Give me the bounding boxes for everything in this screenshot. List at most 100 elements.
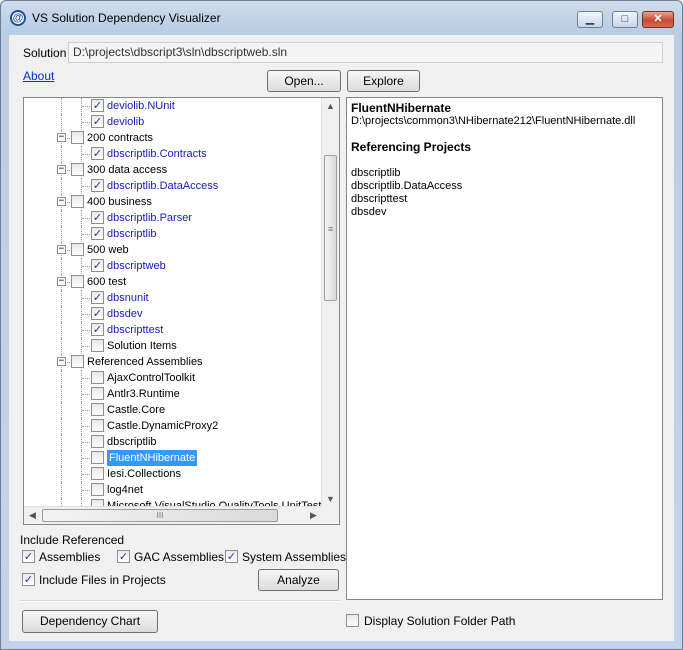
tree-node[interactable]: − Referenced Assemblies [24, 354, 322, 370]
scroll-up-arrow-icon[interactable]: ▲ [322, 98, 339, 115]
about-link[interactable]: About [23, 69, 54, 83]
tree-node-label[interactable]: dbscriptlib.Contracts [107, 146, 207, 162]
title-bar[interactable]: @ VS Solution Dependency Visualizer ▁ □ … [1, 1, 682, 35]
tree-node[interactable]: FluentNHibernate [24, 450, 322, 466]
tree-node-label[interactable]: dbscriptlib.DataAccess [107, 178, 218, 194]
tree-node-checkbox[interactable] [91, 435, 104, 448]
tree-node-label[interactable]: dbscripttest [107, 322, 163, 338]
scroll-down-arrow-icon[interactable]: ▼ [322, 491, 339, 508]
tree-node-label[interactable]: Castle.Core [107, 402, 165, 418]
tree-node-label[interactable]: Iesi.Collections [107, 466, 181, 482]
tree-node-label[interactable]: AjaxControlToolkit [107, 370, 195, 386]
tree-node-label[interactable]: dbsnunit [107, 290, 149, 306]
tree-node[interactable]: Castle.DynamicProxy2 [24, 418, 322, 434]
tree-node-label[interactable]: log4net [107, 482, 143, 498]
assemblies-checkbox[interactable]: ✓ [22, 550, 35, 563]
tree-node[interactable]: ✓ dbscripttest [24, 322, 322, 338]
tree-node-checkbox[interactable] [71, 163, 84, 176]
tree-node[interactable]: − 200 contracts [24, 130, 322, 146]
open-button[interactable]: Open... [267, 70, 341, 92]
close-button[interactable]: ✕ [642, 11, 674, 28]
tree-node-label[interactable]: Solution Items [107, 338, 177, 354]
tree-horizontal-thumb[interactable]: III [42, 509, 278, 522]
tree-node[interactable]: Solution Items [24, 338, 322, 354]
tree-node[interactable]: log4net [24, 482, 322, 498]
tree-node-checkbox[interactable] [71, 355, 84, 368]
maximize-button[interactable]: □ [612, 11, 638, 28]
tree-node-checkbox[interactable] [71, 131, 84, 144]
system-assemblies-label[interactable]: System Assemblies [242, 550, 346, 564]
tree-node[interactable]: ✓ dbscriptweb [24, 258, 322, 274]
tree-node[interactable]: Antlr3.Runtime [24, 386, 322, 402]
tree-node[interactable]: ✓ dbsnunit [24, 290, 322, 306]
tree-node-checkbox[interactable] [91, 467, 104, 480]
tree-node-label[interactable]: dbsdev [107, 306, 142, 322]
tree-node-checkbox[interactable] [91, 483, 104, 496]
project-tree[interactable]: ✓ deviolib.NUnit ✓ deviolib −200 contracts ✓ d… [23, 97, 340, 525]
assemblies-label[interactable]: Assemblies [39, 550, 100, 564]
tree-node[interactable]: ✓ dbscriptlib.Contracts [24, 146, 322, 162]
tree-node-label[interactable]: dbscriptlib [107, 226, 157, 242]
tree-node-checkbox[interactable]: ✓ [91, 259, 104, 272]
tree-node-label[interactable]: Antlr3.Runtime [107, 386, 180, 402]
tree-node[interactable]: AjaxControlToolkit [24, 370, 322, 386]
include-files-label[interactable]: Include Files in Projects [39, 573, 166, 587]
tree-node-label[interactable]: FluentNHibernate [107, 450, 198, 466]
tree-node-label[interactable]: Castle.DynamicProxy2 [107, 418, 218, 434]
tree-node[interactable]: − 500 web [24, 242, 322, 258]
solution-path-field[interactable]: D:\projects\dbscript3\sln\dbscriptweb.sl… [68, 42, 663, 63]
tree-node-label[interactable]: Referenced Assemblies [87, 354, 203, 370]
collapse-icon[interactable]: − [57, 357, 66, 366]
scroll-right-arrow-icon[interactable]: ▶ [305, 507, 322, 524]
tree-node-checkbox[interactable] [91, 387, 104, 400]
tree-node-label[interactable]: dbscriptweb [107, 258, 166, 274]
tree-node-checkbox[interactable] [91, 451, 104, 464]
collapse-icon[interactable]: − [57, 245, 66, 254]
tree-node-checkbox[interactable] [91, 371, 104, 384]
tree-node[interactable]: Castle.Core [24, 402, 322, 418]
display-folder-path-label[interactable]: Display Solution Folder Path [364, 614, 515, 628]
analyze-button[interactable]: Analyze [258, 569, 339, 591]
tree-node[interactable]: ✓ dbscriptlib.DataAccess [24, 178, 322, 194]
tree-node[interactable]: − 600 test [24, 274, 322, 290]
tree-node-label[interactable]: 200 contracts [87, 130, 153, 146]
include-files-checkbox[interactable]: ✓ [22, 573, 35, 586]
gac-assemblies-label[interactable]: GAC Assemblies [134, 550, 224, 564]
tree-node-label[interactable]: 600 test [87, 274, 126, 290]
tree-node-checkbox[interactable] [71, 275, 84, 288]
scroll-left-arrow-icon[interactable]: ◀ [24, 507, 41, 524]
collapse-icon[interactable]: − [57, 165, 66, 174]
tree-node-checkbox[interactable] [91, 339, 104, 352]
tree-node-label[interactable]: dbscriptlib.Parser [107, 210, 192, 226]
tree-node-checkbox[interactable]: ✓ [91, 99, 104, 112]
tree-node[interactable]: − 300 data access [24, 162, 322, 178]
tree-vertical-scrollbar[interactable]: ▲ ≡ ▼ [321, 98, 339, 508]
display-folder-path-checkbox[interactable] [346, 614, 359, 627]
tree-node-checkbox[interactable]: ✓ [91, 115, 104, 128]
tree-node-checkbox[interactable]: ✓ [91, 147, 104, 160]
tree-node-checkbox[interactable]: ✓ [91, 291, 104, 304]
collapse-icon[interactable]: − [57, 277, 66, 286]
tree-node[interactable]: ✓ dbscriptlib [24, 226, 322, 242]
tree-node[interactable]: ✓ dbscriptlib.Parser [24, 210, 322, 226]
tree-node-label[interactable]: 400 business [87, 194, 152, 210]
tree-node-checkbox[interactable] [71, 243, 84, 256]
tree-node-checkbox[interactable]: ✓ [91, 307, 104, 320]
minimize-button[interactable]: ▁ [577, 11, 603, 28]
system-assemblies-checkbox[interactable]: ✓ [225, 550, 238, 563]
tree-node[interactable]: ✓ deviolib.NUnit [24, 98, 322, 114]
tree-node[interactable]: ✓ deviolib [24, 114, 322, 130]
tree-node-checkbox[interactable]: ✓ [91, 323, 104, 336]
tree-node-checkbox[interactable]: ✓ [91, 211, 104, 224]
explore-button[interactable]: Explore [347, 70, 420, 92]
tree-horizontal-scrollbar[interactable]: ◀ III ▶ [24, 506, 322, 524]
details-panel[interactable]: FluentNHibernate D:\projects\common3\NHi… [346, 97, 663, 600]
dependency-chart-button[interactable]: Dependency Chart [22, 610, 158, 633]
tree-node[interactable]: ✓ dbsdev [24, 306, 322, 322]
tree-node-label[interactable]: dbscriptlib [107, 434, 157, 450]
tree-node-checkbox[interactable] [91, 419, 104, 432]
tree-node-label[interactable]: 300 data access [87, 162, 167, 178]
tree-node-label[interactable]: deviolib [107, 114, 144, 130]
tree-node-checkbox[interactable] [71, 195, 84, 208]
tree-node-checkbox[interactable]: ✓ [91, 227, 104, 240]
